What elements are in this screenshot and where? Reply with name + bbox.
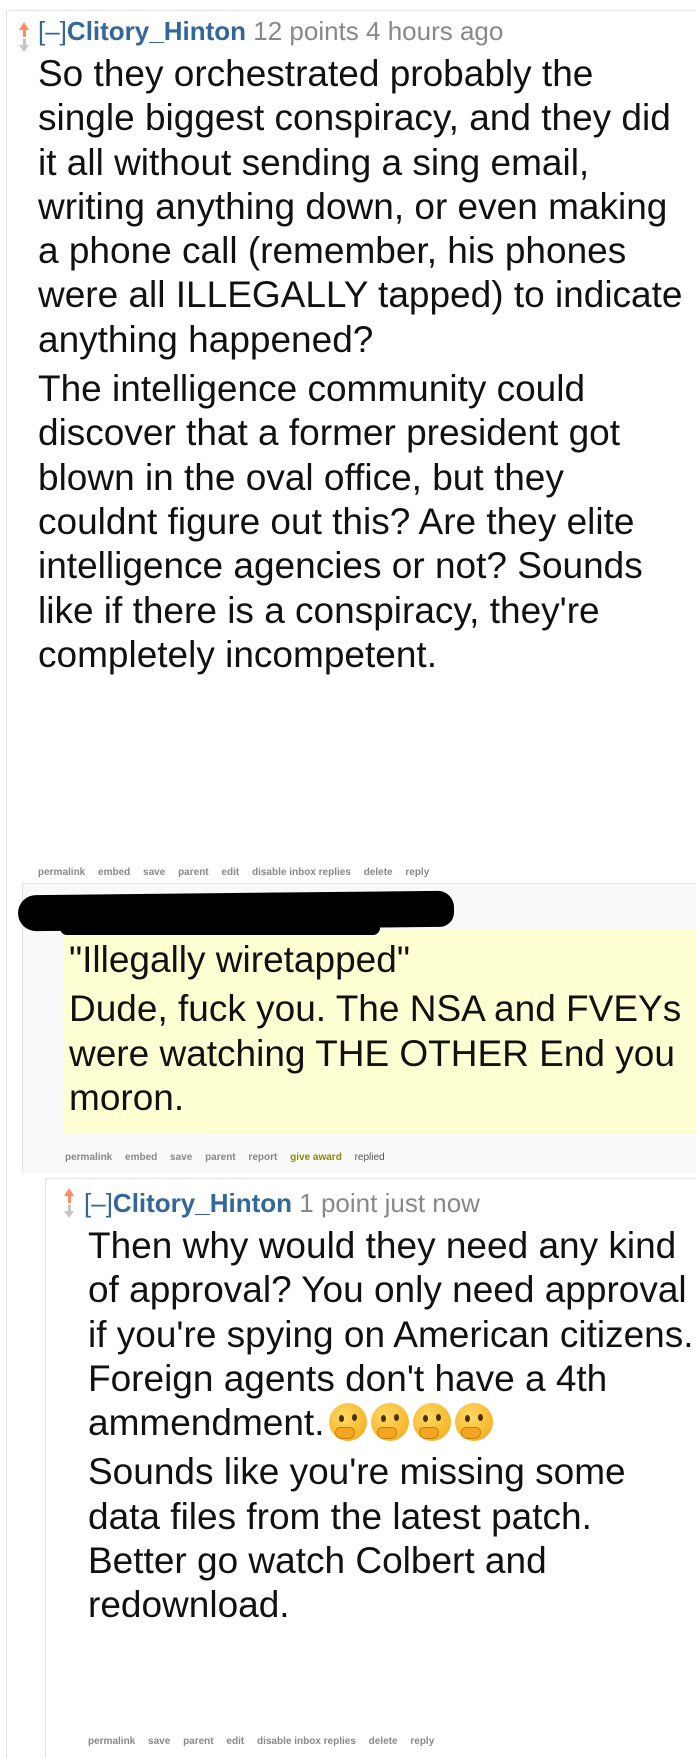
parent-link[interactable]: parent bbox=[178, 867, 209, 878]
timestamp: 4 hours ago bbox=[366, 16, 504, 46]
thinking-face-icon bbox=[328, 1403, 367, 1442]
comment-paragraph: The intelligence community could discove… bbox=[38, 368, 643, 675]
comment-paragraph: Sounds like you're missing some data fil… bbox=[88, 1451, 626, 1626]
comment-thread: [–]Clitory_Hinton 12 points 4 hours ago … bbox=[0, 0, 696, 1758]
author-link[interactable]: Clitory_Hinton bbox=[67, 16, 246, 46]
edit-link[interactable]: edit bbox=[226, 1736, 244, 1747]
embed-link[interactable]: embed bbox=[125, 1152, 157, 1163]
redaction-mark bbox=[60, 921, 380, 935]
timestamp: just now bbox=[384, 1188, 480, 1218]
downvote-arrow-icon[interactable] bbox=[64, 1211, 74, 1218]
disable-inbox-replies-link[interactable]: disable inbox replies bbox=[257, 1736, 356, 1747]
collapse-toggle[interactable]: [–] bbox=[38, 16, 67, 46]
score: 1 point bbox=[299, 1188, 378, 1218]
downvote-arrow-icon[interactable] bbox=[19, 45, 29, 52]
give-award-link[interactable]: give award bbox=[290, 1152, 342, 1163]
thinking-face-icon bbox=[370, 1403, 409, 1442]
replied-status: replied bbox=[354, 1152, 385, 1163]
upvote-arrow-icon[interactable] bbox=[64, 1188, 74, 1196]
comment-paragraph: Dude, fuck you. The NSA and FVEYs were w… bbox=[69, 988, 682, 1118]
vote-arrows bbox=[17, 22, 31, 52]
upvote-arrow-icon[interactable] bbox=[19, 22, 29, 30]
comment-buttons: permalink embed save parent edit disable… bbox=[38, 867, 439, 878]
save-link[interactable]: save bbox=[170, 1152, 192, 1163]
comment-body: So they orchestrated probably the single… bbox=[38, 52, 688, 682]
save-link[interactable]: save bbox=[148, 1736, 170, 1747]
collapse-toggle[interactable]: [–] bbox=[84, 1188, 113, 1218]
embed-link[interactable]: embed bbox=[98, 867, 130, 878]
disable-inbox-replies-link[interactable]: disable inbox replies bbox=[252, 867, 351, 878]
delete-link[interactable]: delete bbox=[369, 1736, 398, 1747]
vote-arrows bbox=[62, 1188, 76, 1218]
thinking-face-icon bbox=[412, 1403, 451, 1442]
comment-body: Then why would they need any kind of app… bbox=[88, 1224, 694, 1633]
delete-link[interactable]: delete bbox=[364, 867, 393, 878]
reply-link[interactable]: reply bbox=[410, 1736, 434, 1747]
comment-tagline: [–]Clitory_Hinton 1 point just now bbox=[84, 1188, 480, 1218]
comment-buttons: permalink embed save parent report give … bbox=[65, 1152, 395, 1163]
parent-link[interactable]: parent bbox=[205, 1152, 236, 1163]
save-link[interactable]: save bbox=[143, 867, 165, 878]
edit-link[interactable]: edit bbox=[221, 867, 239, 878]
report-link[interactable]: report bbox=[248, 1152, 277, 1163]
permalink-link[interactable]: permalink bbox=[65, 1152, 112, 1163]
comment-body: "Illegally wiretapped" Dude, fuck you. T… bbox=[69, 938, 689, 1125]
comment-paragraph: So they orchestrated probably the single… bbox=[38, 53, 683, 360]
parent-link[interactable]: parent bbox=[183, 1736, 214, 1747]
permalink-link[interactable]: permalink bbox=[88, 1736, 135, 1747]
comment-tagline: [–]Clitory_Hinton 12 points 4 hours ago bbox=[38, 16, 503, 46]
reply-link[interactable]: reply bbox=[405, 867, 429, 878]
score: 12 points bbox=[253, 16, 359, 46]
thinking-face-icon bbox=[454, 1403, 493, 1442]
author-link[interactable]: Clitory_Hinton bbox=[113, 1188, 292, 1218]
comment-buttons: permalink save parent edit disable inbox… bbox=[88, 1736, 444, 1747]
permalink-link[interactable]: permalink bbox=[38, 867, 85, 878]
comment-paragraph: "Illegally wiretapped" bbox=[69, 939, 410, 980]
comment-paragraph: Then why would they need any kind of app… bbox=[88, 1225, 694, 1444]
